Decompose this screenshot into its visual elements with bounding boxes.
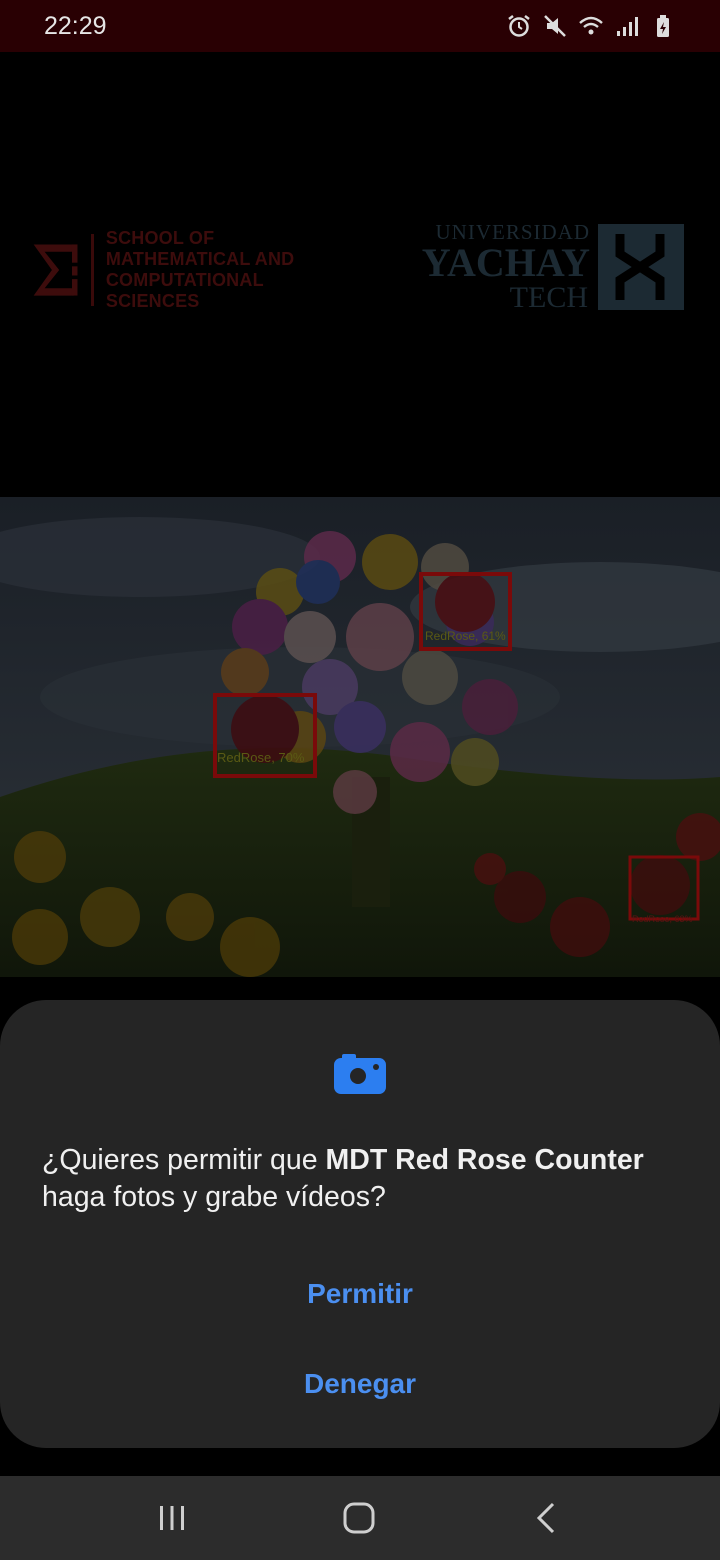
school-name-line3: COMPUTATIONAL SCIENCES <box>105 270 264 311</box>
detection-label: RedRose, 63% <box>632 914 693 924</box>
battery-icon <box>657 15 669 37</box>
university-line2: YACHAY <box>421 240 590 285</box>
yachay-logo-mark <box>598 224 684 310</box>
logo-divider <box>91 234 94 306</box>
flower-tree-photo: RedRose, 61% RedRose, 70% RedRose, 63% <box>0 497 720 977</box>
navigation-bar <box>0 1476 720 1560</box>
home-icon[interactable] <box>339 1498 379 1538</box>
deny-button[interactable]: Denegar <box>0 1364 720 1404</box>
alarm-icon <box>508 15 530 37</box>
university-line3: TECH <box>509 281 588 314</box>
permission-message: ¿Quieres permitir que MDT Red Rose Count… <box>42 1142 692 1216</box>
app-name: MDT Red Rose Counter <box>325 1144 644 1176</box>
status-bar: 22:29 <box>0 0 720 52</box>
mute-icon <box>544 15 566 37</box>
school-name-line2: MATHEMATICAL AND <box>105 249 295 269</box>
back-icon[interactable] <box>527 1498 567 1538</box>
recent-apps-icon[interactable] <box>152 1498 192 1538</box>
detection-label: RedRose, 61% <box>425 629 506 643</box>
wifi-icon <box>579 16 603 35</box>
message-prefix: ¿Quieres permitir que <box>42 1144 326 1176</box>
sigma-logo-mark <box>33 244 78 296</box>
status-icons <box>506 13 676 39</box>
logo-area: SCHOOL OF MATHEMATICAL AND COMPUTATIONAL… <box>0 52 720 497</box>
school-name: SCHOOL OF MATHEMATICAL AND COMPUTATIONAL… <box>106 228 340 312</box>
detection-image: RedRose, 61% RedRose, 70% RedRose, 63% <box>0 497 720 977</box>
camera-icon <box>334 1054 386 1094</box>
permission-dialog: ¿Quieres permitir que MDT Red Rose Count… <box>0 1000 720 1448</box>
school-name-line1: SCHOOL OF <box>105 228 215 248</box>
school-logo: SCHOOL OF MATHEMATICAL AND COMPUTATIONAL… <box>30 228 340 312</box>
signal-icon <box>617 17 638 36</box>
detection-label: RedRose, 70% <box>217 750 305 765</box>
status-time: 22:29 <box>44 11 107 40</box>
university-name: UNIVERSIDAD YACHAY TECH <box>415 220 590 314</box>
allow-button[interactable]: Permitir <box>0 1274 720 1314</box>
university-logo: UNIVERSIDAD YACHAY TECH <box>415 220 685 315</box>
message-suffix: haga fotos y grabe vídeos? <box>42 1181 386 1213</box>
